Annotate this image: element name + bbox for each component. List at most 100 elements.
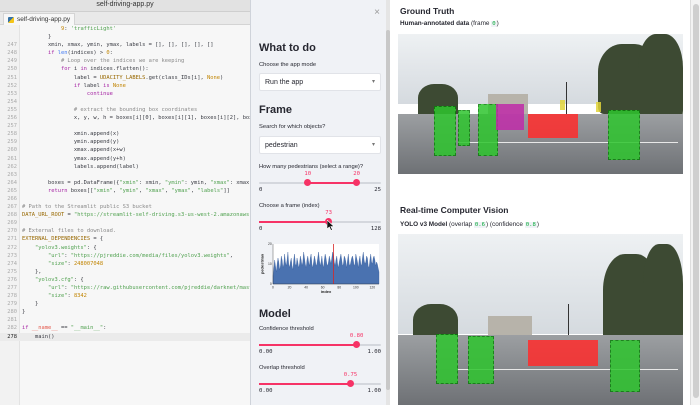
code-line[interactable]: 247 xmin, xmax, ymin, ymax, labels = [],…	[0, 41, 250, 49]
code-token: for	[22, 66, 74, 73]
code-line[interactable]: 270 # External files to download.	[0, 227, 250, 235]
code-line[interactable]: 255 # extract the bounding box coordinat…	[0, 106, 250, 114]
code-line[interactable]: 249 # Loop over the indices we are keepi…	[0, 57, 250, 65]
pedestrian-range-slider[interactable]: 10 20 0 25	[259, 169, 381, 193]
code-line[interactable]: 281	[0, 316, 250, 324]
yolo-caption-close: )	[536, 221, 539, 228]
main-scrollbar[interactable]	[690, 0, 700, 405]
code-line[interactable]: 282 if __name__ == "__main__":	[0, 324, 250, 332]
slider-fill	[259, 344, 357, 346]
code-token: DATA_URL_ROOT	[22, 212, 65, 219]
code-line[interactable]: 277 "url": "https://raw.githubuserconten…	[0, 284, 250, 292]
object-type-select[interactable]: pedestrian ▾	[259, 136, 381, 154]
line-number: 266	[7, 195, 17, 202]
code-text: "url": "https://pjreddie.com/media/files…	[22, 252, 233, 260]
code-line[interactable]: 264 boxes = pd.DataFrame({"xmin": xmin, …	[0, 179, 250, 187]
gt-caption-bold: Human-annotated data	[400, 20, 470, 27]
line-number: 269	[7, 220, 17, 227]
code-line[interactable]: 267 # Path to the Streamlit public S3 buc…	[0, 203, 250, 211]
code-line[interactable]: 263	[0, 171, 250, 179]
slider-min: 0.00	[259, 349, 273, 355]
code-line[interactable]: 251 label = UDACITY_LABELS.get(class_IDs…	[0, 74, 250, 82]
code-line[interactable]: 268 DATA_URL_ROOT = "https://streamlit-se…	[0, 211, 250, 219]
code-token: indices.flatten():	[90, 66, 149, 73]
code-line[interactable]: 252 if label is None	[0, 82, 250, 90]
code-line[interactable]: 274 "size": 248007048	[0, 260, 250, 268]
code-token: ,	[229, 252, 233, 259]
code-token: "size"	[22, 260, 68, 267]
code-token: # Path to the Streamlit public S3 bucket	[22, 204, 152, 211]
code-line[interactable]: 262 labels.append(label)	[0, 163, 250, 171]
code-token: "https://raw.githubusercontent.com/pjred…	[70, 285, 250, 291]
confidence-handle[interactable]	[353, 341, 361, 348]
code-line[interactable]: 253 continue	[0, 90, 250, 98]
pole	[566, 82, 567, 118]
code-line[interactable]: 278 main()	[0, 332, 250, 341]
confidence-slider[interactable]: 0.80 0.00 1.00	[259, 331, 381, 355]
x-tick-label: 120	[370, 286, 376, 290]
x-tick-label: 100	[353, 286, 359, 290]
x-tick-label: 20	[288, 286, 292, 290]
real-time-cv-heading: Real-time Computer Vision	[400, 205, 509, 215]
line-number: 268	[7, 212, 17, 219]
code-line[interactable]: 260 xmax.append(x+w)	[0, 146, 250, 154]
code-line[interactable]: 273 "url": "https://pjreddie.com/media/f…	[0, 252, 250, 260]
range-high-handle[interactable]	[353, 179, 361, 186]
line-number: 250	[7, 66, 17, 73]
yolo-caption-bold: YOLO v3 Model	[400, 221, 448, 228]
code-line[interactable]: 265 return boxes[["xmin", "ymin", "xmax"…	[0, 187, 250, 195]
code-line[interactable]: 279 }	[0, 300, 250, 308]
car-box	[528, 114, 578, 138]
frame-heading: Frame	[259, 104, 293, 116]
app-mode-select[interactable]: Run the app ▾	[259, 73, 381, 91]
editor-tabbar: self-driving-app.py	[0, 12, 250, 25]
line-number: 276	[7, 276, 17, 283]
code-text: xmax.append(x+w)	[22, 146, 126, 154]
code-line[interactable]: }	[0, 33, 250, 41]
code-text: "size": 248007048	[22, 260, 103, 268]
code-text: if len(indices) > 0:	[22, 49, 113, 57]
line-number: 259	[7, 139, 17, 146]
code-line[interactable]: 266	[0, 195, 250, 203]
code-line[interactable]: 257	[0, 122, 250, 130]
overlap-handle[interactable]	[347, 380, 354, 387]
code-line[interactable]: 254	[0, 98, 250, 106]
code-line[interactable]: 248 if len(indices) > 0:	[0, 49, 250, 57]
overlap-slider[interactable]: 0.75 0.00 1.00	[259, 370, 381, 394]
code-line[interactable]: 261 ymax.append(y+h)	[0, 155, 250, 163]
chart-svg: 0 20 40 60 80 100 12001020indexpedestrian	[260, 242, 380, 294]
line-number: 281	[7, 317, 17, 324]
line-number: 261	[7, 155, 17, 162]
code-line[interactable]: 250 for i in indices.flatten():	[0, 65, 250, 73]
code-line[interactable]: 276 "yolov3.cfg": {	[0, 276, 250, 284]
range-low-handle[interactable]	[304, 179, 312, 186]
code-token: "url"	[22, 285, 65, 291]
scrollbar-thumb[interactable]	[693, 4, 699, 398]
code-line[interactable]: 272 "yolov3.weights": {	[0, 244, 250, 252]
slider-min: 0	[259, 226, 263, 232]
code-line[interactable]: 258 xmin.append(x)	[0, 130, 250, 138]
code-line[interactable]: 9: 'trafficLight'	[0, 25, 250, 33]
code-token: "xmax"	[145, 187, 165, 194]
tab-self-driving-app[interactable]: self-driving-app.py	[3, 13, 76, 25]
code-token: },	[22, 268, 42, 275]
code-text: },	[22, 268, 42, 276]
code-line[interactable]: 256 x, y, w, h = boxes[i][0], boxes[i][1…	[0, 114, 250, 122]
code-token: : {	[86, 244, 97, 251]
close-sidebar-icon[interactable]: ×	[374, 7, 380, 18]
frame-index-slider[interactable]: 73 0 128	[259, 208, 381, 232]
code-token: : xmax,	[229, 179, 250, 186]
code-line[interactable]: 275 },	[0, 268, 250, 276]
code-line[interactable]: 269	[0, 219, 250, 227]
line-number: 257	[7, 123, 17, 130]
code-area[interactable]: 9: 'trafficLight' } 247 xmin, xmax, ymin,…	[0, 25, 250, 405]
code-token: "xmax"	[210, 179, 230, 186]
code-line[interactable]: 259 ymin.append(y)	[0, 138, 250, 146]
slider-min: 0	[259, 187, 263, 193]
code-line[interactable]: 280}	[0, 308, 250, 316]
code-text: "yolov3.cfg": {	[22, 276, 84, 284]
code-text: "url": "https://raw.githubusercontent.co…	[22, 284, 250, 292]
slider-max: 25	[374, 187, 381, 193]
code-line[interactable]: 278 "size": 8342	[0, 292, 250, 300]
code-line[interactable]: 271 EXTERNAL_DEPENDENCIES = {	[0, 235, 250, 243]
